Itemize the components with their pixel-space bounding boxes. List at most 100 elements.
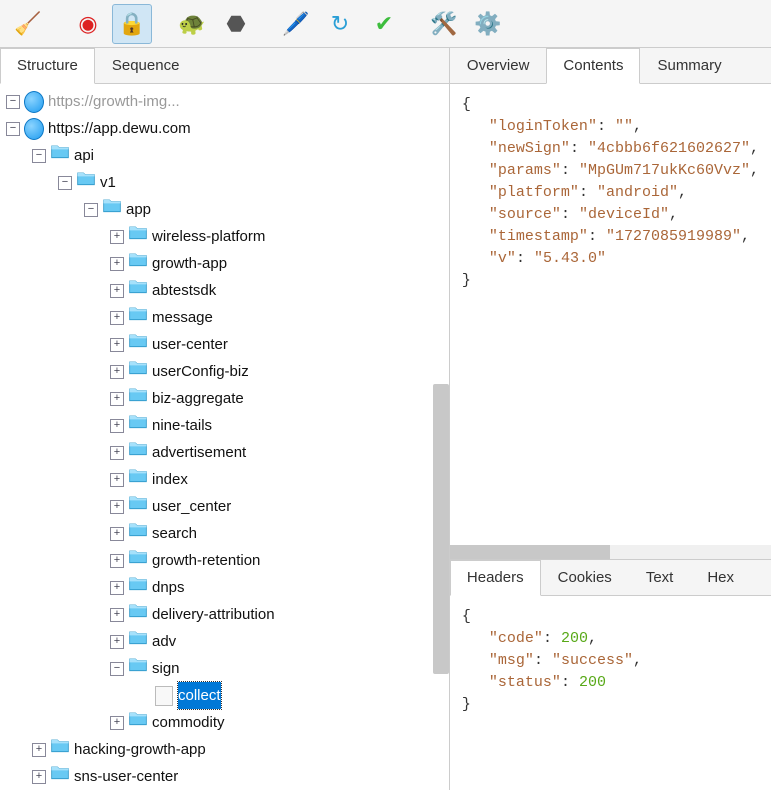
folder-icon [128, 497, 148, 517]
folder-growth-app[interactable]: + growth-app [0, 250, 449, 277]
folder-icon [128, 389, 148, 409]
folder-adv[interactable]: +adv [0, 628, 449, 655]
tab-sequence[interactable]: Sequence [95, 48, 197, 83]
node-label: biz-aggregate [152, 385, 244, 412]
folder-icon [128, 362, 148, 382]
folder-icon [128, 335, 148, 355]
node-label: abtestsdk [152, 277, 216, 304]
collapse-icon[interactable]: − [110, 662, 124, 676]
file-icon [154, 686, 174, 706]
tools-icon[interactable]: 🛠️ [424, 4, 464, 44]
node-label: dnps [152, 574, 185, 601]
tab-cookies[interactable]: Cookies [541, 560, 629, 595]
expand-icon[interactable]: + [32, 770, 46, 784]
node-label: v1 [100, 169, 116, 196]
folder-commodity[interactable]: + commodity [0, 709, 449, 736]
node-label: growth-retention [152, 547, 260, 574]
folder-biz-aggregate[interactable]: + biz-aggregate [0, 385, 449, 412]
tree-scrollbar[interactable] [433, 384, 449, 674]
collapse-icon[interactable]: − [84, 203, 98, 217]
expand-icon[interactable]: + [110, 608, 124, 622]
folder-icon [128, 308, 148, 328]
expand-icon[interactable]: + [110, 257, 124, 271]
folder-icon [102, 200, 122, 220]
node-label: search [152, 520, 197, 547]
check-icon[interactable]: ✔ [364, 4, 404, 44]
globe-icon [24, 92, 44, 112]
expand-icon[interactable]: + [110, 230, 124, 244]
folder-index[interactable]: + index [0, 466, 449, 493]
tab-structure[interactable]: Structure [0, 48, 95, 84]
file-collect[interactable]: collect [0, 682, 449, 709]
folder-wireless-platform[interactable]: + wireless-platform [0, 223, 449, 250]
collapse-icon[interactable]: − [32, 149, 46, 163]
node-label: index [152, 466, 188, 493]
folder-icon [50, 740, 70, 760]
folder-sign[interactable]: − sign [0, 655, 449, 682]
broom-icon[interactable]: 🧹 [8, 4, 48, 44]
tab-overview[interactable]: Overview [450, 48, 547, 83]
folder-delivery-attribution[interactable]: +delivery-attribution [0, 601, 449, 628]
folder-dnps[interactable]: + dnps [0, 574, 449, 601]
folder-hacking-growth-app[interactable]: +hacking-growth-app [0, 736, 449, 763]
node-label: advertisement [152, 439, 246, 466]
expand-icon[interactable]: + [110, 311, 124, 325]
expand-icon[interactable]: + [110, 473, 124, 487]
request-json-view: { "loginToken": "", "newSign": "4cbbb6f6… [450, 84, 771, 545]
record-icon[interactable]: ◉ [68, 4, 108, 44]
node-label: wireless-platform [152, 223, 265, 250]
folder-sns-user-center[interactable]: + sns-user-center [0, 763, 449, 790]
right-bottom-tabs: HeadersCookiesTextHex [450, 560, 771, 596]
right-panel: OverviewContentsSummary { "loginToken": … [450, 48, 771, 790]
expand-icon[interactable]: + [110, 419, 124, 433]
folder-message[interactable]: +message [0, 304, 449, 331]
expand-icon[interactable]: + [110, 581, 124, 595]
request-json-hscroll[interactable] [450, 545, 771, 559]
tab-text[interactable]: Text [629, 560, 691, 595]
refresh-icon[interactable]: ↻ [320, 4, 360, 44]
expand-icon[interactable]: + [110, 500, 124, 514]
folder-user-center[interactable]: +user-center [0, 331, 449, 358]
expand-icon[interactable]: + [110, 338, 124, 352]
gear-icon[interactable]: ⚙️ [468, 4, 508, 44]
folder-icon [128, 443, 148, 463]
host-node-truncated[interactable]: −https://growth-img... [0, 88, 449, 115]
lock-icon[interactable]: 🔒 [112, 4, 152, 44]
collapse-icon[interactable]: − [6, 122, 20, 136]
folder-advertisement[interactable]: + advertisement [0, 439, 449, 466]
folder-abtestsdk[interactable]: + abtestsdk [0, 277, 449, 304]
tab-summary[interactable]: Summary [640, 48, 738, 83]
expand-icon[interactable]: + [110, 365, 124, 379]
folder-user_center[interactable]: +user_center [0, 493, 449, 520]
expand-icon[interactable]: + [110, 446, 124, 460]
folder-search[interactable]: + search [0, 520, 449, 547]
folder-icon [50, 146, 70, 166]
collapse-icon[interactable]: − [6, 95, 20, 109]
expand-icon[interactable]: + [110, 284, 124, 298]
node-label: collect [178, 682, 221, 709]
folder-app[interactable]: −app [0, 196, 449, 223]
folder-v1[interactable]: − v1 [0, 169, 449, 196]
folder-api[interactable]: −api [0, 142, 449, 169]
host-node[interactable]: −https://app.dewu.com [0, 115, 449, 142]
expand-icon[interactable]: + [110, 554, 124, 568]
expand-icon[interactable]: + [110, 635, 124, 649]
folder-growth-retention[interactable]: + growth-retention [0, 547, 449, 574]
expand-icon[interactable]: + [110, 527, 124, 541]
tab-headers[interactable]: Headers [450, 560, 541, 596]
expand-icon[interactable]: + [110, 716, 124, 730]
node-label: sns-user-center [74, 763, 178, 790]
node-label: commodity [152, 709, 225, 736]
tab-contents[interactable]: Contents [546, 48, 640, 84]
node-label: sign [152, 655, 180, 682]
collapse-icon[interactable]: − [58, 176, 72, 190]
hex-icon[interactable]: ⬣ [216, 4, 256, 44]
node-label: growth-app [152, 250, 227, 277]
turtle-icon[interactable]: 🐢 [172, 4, 212, 44]
tab-hex[interactable]: Hex [690, 560, 751, 595]
expand-icon[interactable]: + [32, 743, 46, 757]
pen-icon[interactable]: 🖊️ [276, 4, 316, 44]
folder-nine-tails[interactable]: +nine-tails [0, 412, 449, 439]
folder-userConfig-biz[interactable]: +userConfig-biz [0, 358, 449, 385]
expand-icon[interactable]: + [110, 392, 124, 406]
